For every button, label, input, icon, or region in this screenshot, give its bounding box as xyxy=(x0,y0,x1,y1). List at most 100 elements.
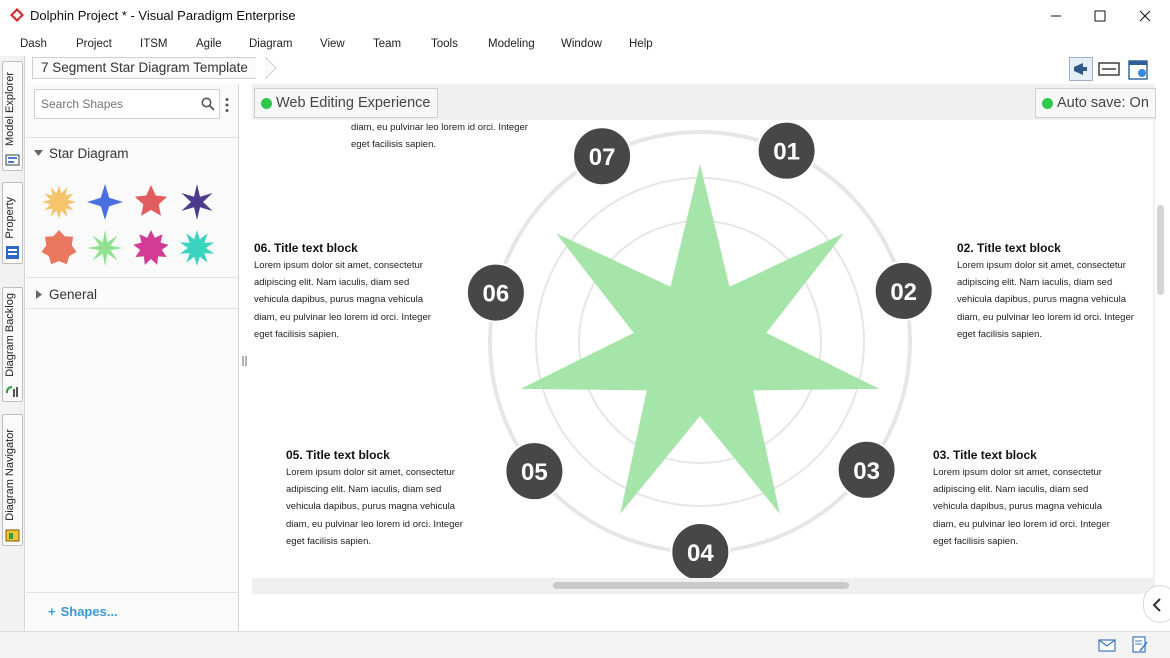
title-bar: Dolphin Project * - Visual Paradigm Ente… xyxy=(0,0,1170,32)
text-line: diam, eu pulvinar leo lorem id orci. Int… xyxy=(933,518,1110,530)
breadcrumb-chevron-icon xyxy=(265,57,277,79)
tab-diagram-backlog[interactable]: Diagram Backlog xyxy=(2,287,23,402)
node-label: 01 xyxy=(773,139,800,166)
text-line: adipiscing elit. Nam iaculis, diam sed xyxy=(254,277,410,289)
node-01[interactable]: 01 xyxy=(756,120,817,181)
mail-icon[interactable] xyxy=(1098,639,1116,652)
section-label: General xyxy=(49,287,98,302)
text-line: eget facilisis sapien. xyxy=(254,328,340,340)
star-shape-6[interactable] xyxy=(87,230,123,266)
text-block-top-partial[interactable]: diam, eu pulvinar leo lorem id orci. Int… xyxy=(351,119,551,153)
menu-bar: Dash Project ITSM Agile Diagram View Tea… xyxy=(0,34,1170,54)
divider xyxy=(26,277,238,278)
status-bar xyxy=(0,631,1170,658)
close-button[interactable] xyxy=(1122,0,1168,32)
menu-agile[interactable]: Agile xyxy=(196,34,222,54)
search-shapes-box xyxy=(34,89,220,119)
text-block-06[interactable]: 06. Title text block Lorem ipsum dolor s… xyxy=(254,241,454,343)
node-label: 06 xyxy=(483,281,510,308)
menu-diagram[interactable]: Diagram xyxy=(249,34,292,54)
menu-view[interactable]: View xyxy=(320,34,345,54)
more-shapes-label: Shapes... xyxy=(60,604,118,619)
divider xyxy=(26,137,238,138)
node-label: 05 xyxy=(521,459,548,486)
more-shapes-link[interactable]: + Shapes... xyxy=(48,604,118,619)
fit-to-window-icon xyxy=(1098,62,1120,76)
shape-palette-panel: Star Diagram General + Shapes... xyxy=(26,84,239,631)
chevron-right-icon xyxy=(36,290,42,299)
seven-point-star[interactable] xyxy=(520,164,880,514)
menu-help[interactable]: Help xyxy=(629,34,653,54)
menu-dash[interactable]: Dash xyxy=(20,34,47,54)
divider xyxy=(26,308,238,309)
text-line: Lorem ipsum dolor sit amet, consectetur xyxy=(933,467,1102,478)
tab-label: Diagram Navigator xyxy=(4,429,16,521)
star-shape-4[interactable] xyxy=(181,184,213,220)
window-title: Dolphin Project * - Visual Paradigm Ente… xyxy=(30,8,296,23)
minimize-button[interactable] xyxy=(1033,0,1079,32)
panel-splitter-handle[interactable] xyxy=(242,353,247,366)
web-editing-badge[interactable]: Web Editing Experience xyxy=(254,88,438,118)
menu-window[interactable]: Window xyxy=(561,34,602,54)
star-shape-5[interactable] xyxy=(41,230,77,265)
node-05[interactable]: 05 xyxy=(504,441,565,502)
horizontal-scrollbar-thumb[interactable] xyxy=(553,582,849,589)
property-icon xyxy=(6,246,19,259)
tab-label: Property xyxy=(4,197,16,239)
breadcrumb[interactable]: 7 Segment Star Diagram Template xyxy=(32,57,256,79)
collapse-panel-button[interactable] xyxy=(1143,585,1170,623)
status-dot-icon xyxy=(261,97,272,109)
block-title: 02. Title text block xyxy=(957,241,1061,255)
text-block-03[interactable]: 03. Title text block Lorem ipsum dolor s… xyxy=(933,448,1133,550)
more-options-icon[interactable] xyxy=(224,97,230,113)
tab-property[interactable]: Property xyxy=(2,182,23,264)
search-icon[interactable] xyxy=(201,97,215,111)
vertical-scrollbar-thumb[interactable] xyxy=(1157,205,1164,295)
text-line: eget facilisis sapien. xyxy=(351,139,437,151)
text-line: adipiscing elit. Nam iaculis, diam sed xyxy=(286,484,442,496)
star-shape-8[interactable] xyxy=(179,230,215,266)
menu-itsm[interactable]: ITSM xyxy=(140,34,167,54)
tab-model-explorer[interactable]: Model Explorer xyxy=(2,61,23,171)
node-03[interactable]: 03 xyxy=(836,439,897,500)
section-general[interactable]: General xyxy=(36,287,97,302)
menu-project[interactable]: Project xyxy=(76,34,112,54)
tab-diagram-navigator[interactable]: Diagram Navigator xyxy=(2,414,23,546)
block-title: 05. Title text block xyxy=(286,448,390,462)
node-02[interactable]: 02 xyxy=(873,260,934,321)
node-07[interactable]: 07 xyxy=(572,126,633,187)
fit-to-window-button[interactable] xyxy=(1097,58,1121,80)
text-block-05[interactable]: 05. Title text block Lorem ipsum dolor s… xyxy=(286,448,486,550)
menu-modeling[interactable]: Modeling xyxy=(488,34,535,54)
menu-tools[interactable]: Tools xyxy=(431,34,458,54)
diagram-settings-button[interactable] xyxy=(1127,58,1151,82)
diagram-navigator-icon xyxy=(5,529,20,542)
section-star-diagram[interactable]: Star Diagram xyxy=(34,146,129,161)
node-06[interactable]: 06 xyxy=(465,262,526,323)
text-line: adipiscing elit. Nam iaculis, diam sed xyxy=(933,484,1089,496)
node-04[interactable]: 04 xyxy=(670,522,731,578)
node-label: 07 xyxy=(589,144,616,171)
text-line: diam, eu pulvinar leo lorem id orci. Int… xyxy=(351,122,528,133)
menu-team[interactable]: Team xyxy=(373,34,401,54)
auto-save-label: Auto save: On xyxy=(1057,95,1149,111)
text-line: Lorem ipsum dolor sit amet, consectetur xyxy=(957,260,1126,271)
auto-save-badge[interactable]: Auto save: On xyxy=(1035,88,1156,118)
star-shape-3[interactable] xyxy=(134,185,168,216)
star-shape-2[interactable] xyxy=(87,184,123,220)
side-tab-strip: Model Explorer Property Diagram Backlog … xyxy=(0,56,25,631)
text-line: diam, eu pulvinar leo lorem id orci. Int… xyxy=(286,518,463,530)
text-block-02[interactable]: 02. Title text block Lorem ipsum dolor s… xyxy=(957,241,1157,343)
grip-icon xyxy=(242,356,247,366)
announcement-button[interactable] xyxy=(1069,57,1093,81)
text-line: Lorem ipsum dolor sit amet, consectetur xyxy=(286,467,455,478)
status-dot-icon xyxy=(1042,97,1053,109)
star-shape-7[interactable] xyxy=(133,230,169,265)
search-shapes-input[interactable] xyxy=(35,90,185,118)
tab-label: Model Explorer xyxy=(4,72,16,146)
close-icon xyxy=(1139,10,1151,22)
star-shape-1[interactable] xyxy=(42,185,76,219)
edit-note-icon[interactable] xyxy=(1132,636,1148,654)
maximize-button[interactable] xyxy=(1077,0,1123,32)
text-line: adipiscing elit. Nam iaculis, diam sed xyxy=(957,277,1113,289)
